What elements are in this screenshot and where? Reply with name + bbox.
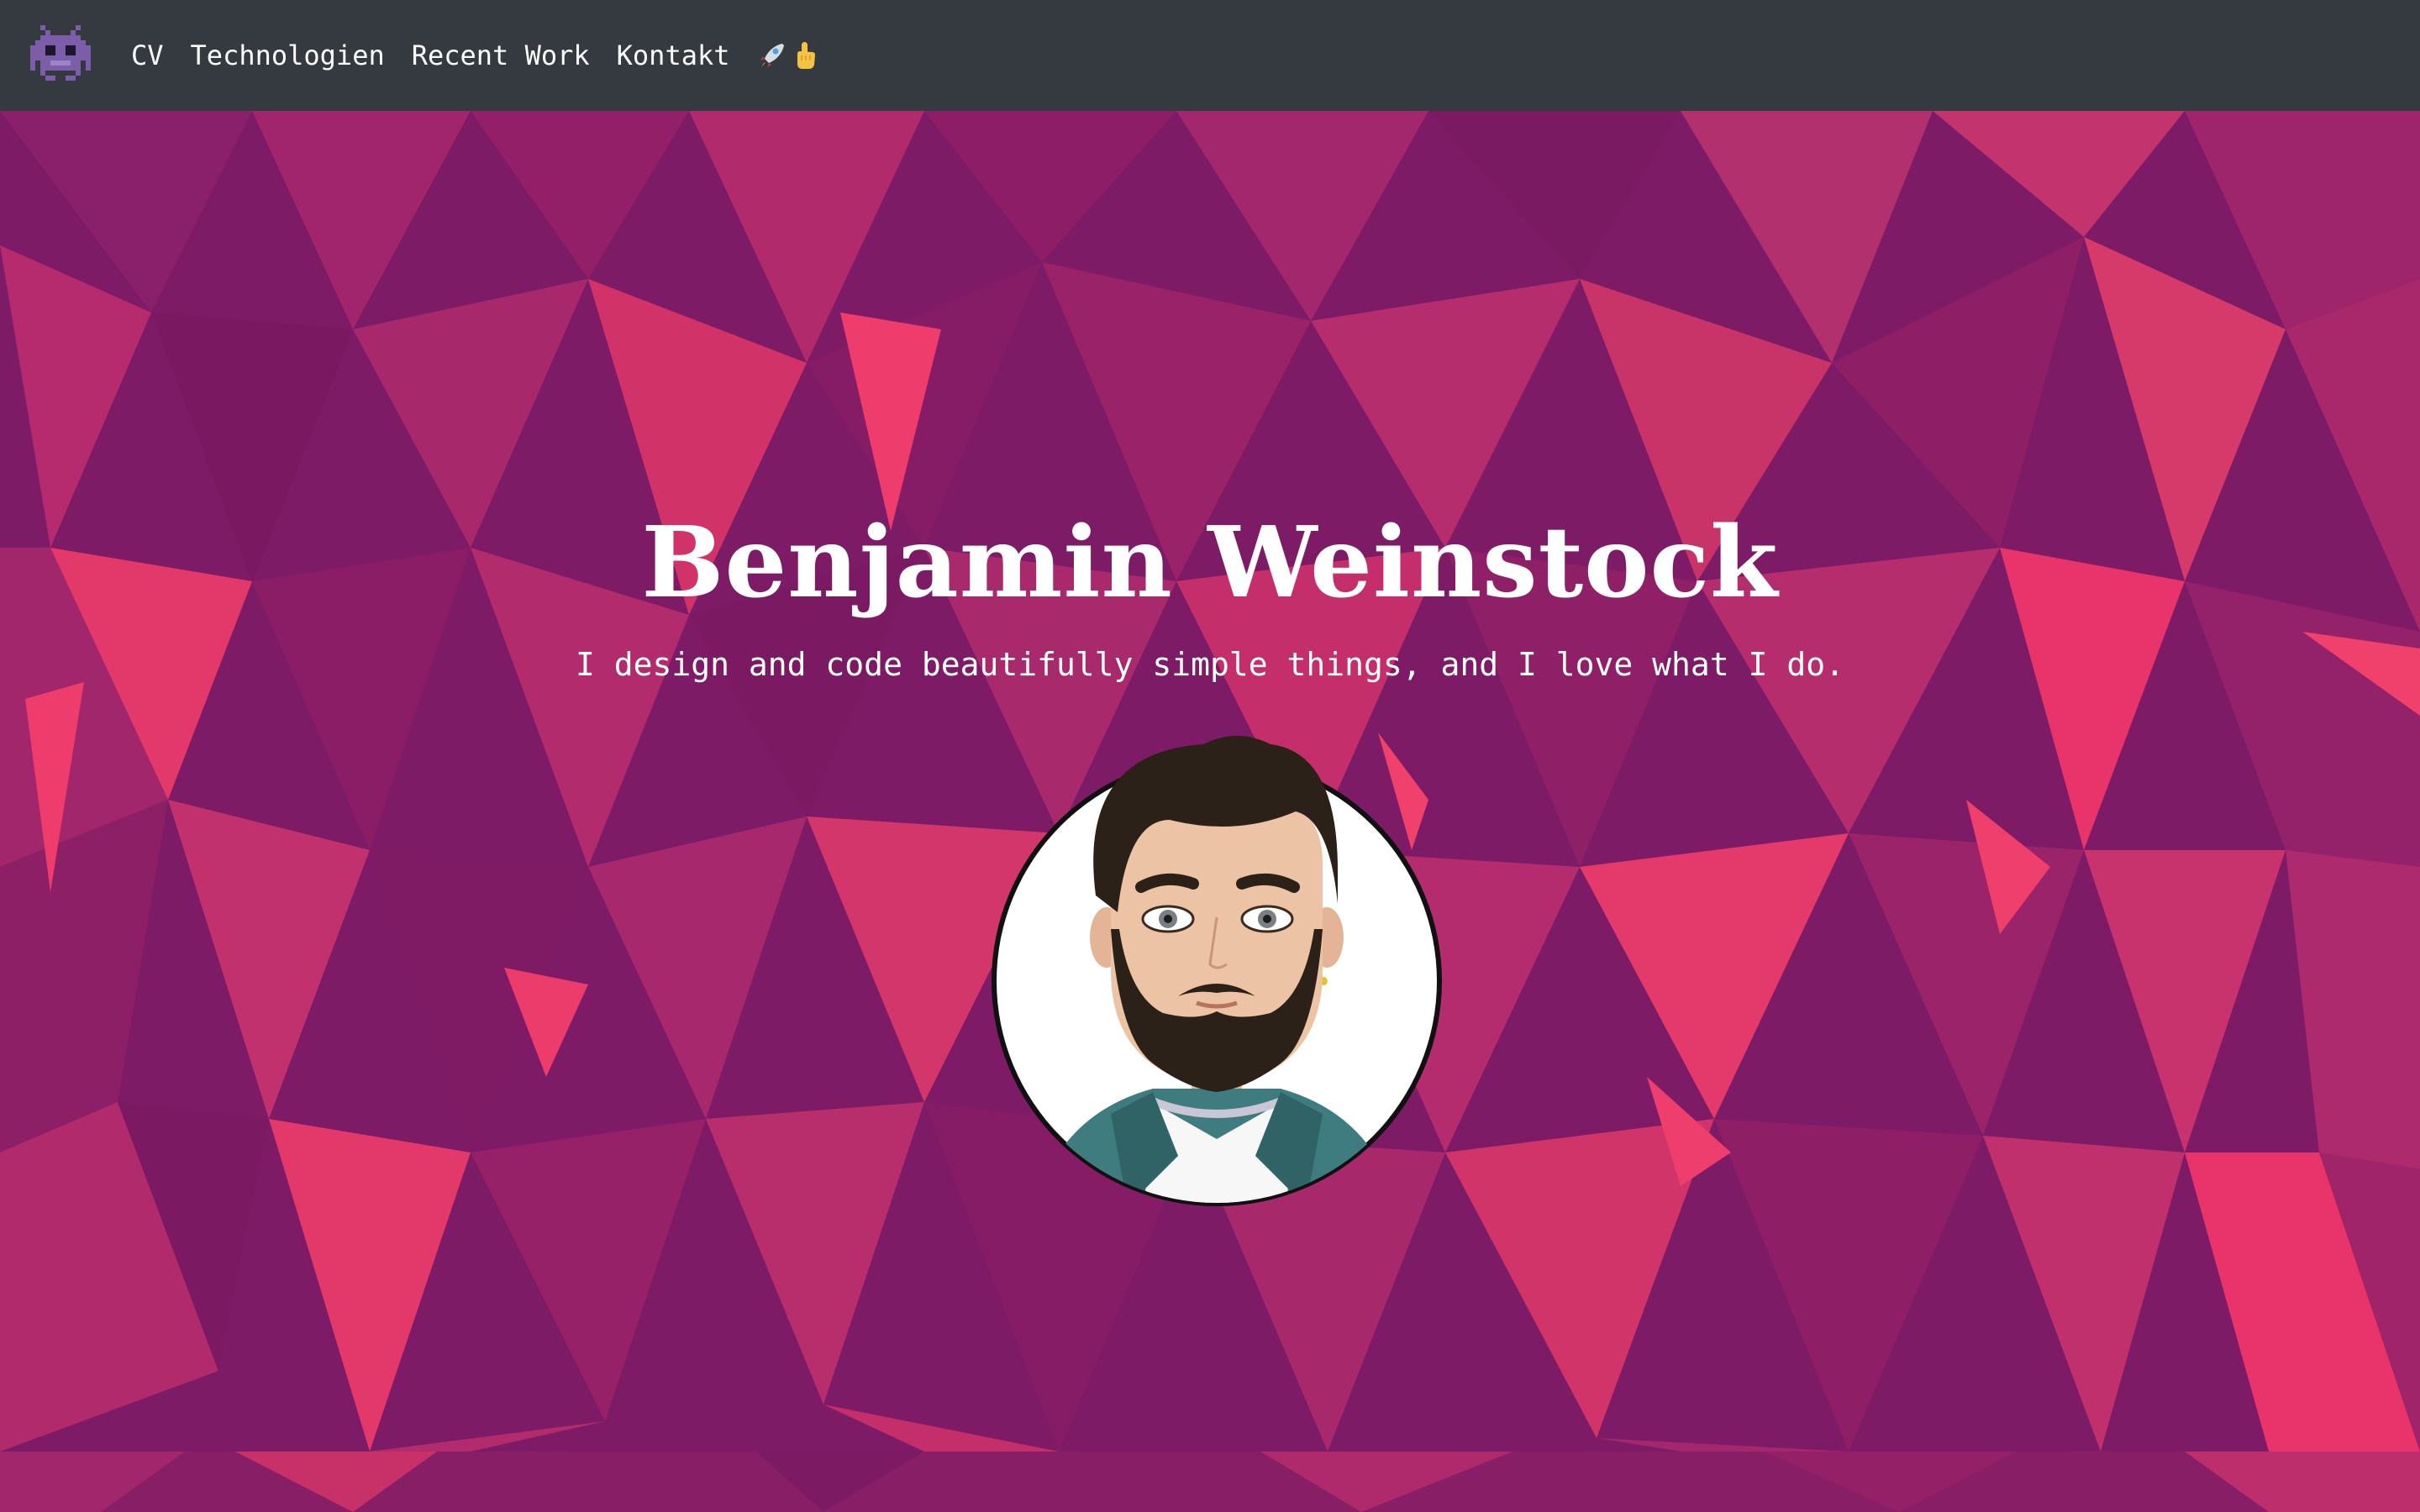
alien-monster-icon[interactable] (30, 25, 91, 86)
pointing-finger-icon (797, 42, 815, 69)
top-navbar: CV Technologien Recent Work Kontakt (0, 0, 2420, 111)
nav-item-technologien[interactable]: Technologien (191, 39, 385, 71)
hero-bottom-strip (0, 1452, 2420, 1512)
nav-item-kontakt[interactable]: Kontakt (617, 39, 730, 71)
avatar (985, 719, 1442, 1206)
nav-item-recent-work[interactable]: Recent Work (412, 39, 590, 71)
rocket-icon (760, 44, 784, 67)
hero-subtitle: I design and code beautifully simple thi… (576, 646, 1844, 683)
nav-item-cv[interactable]: CV (131, 39, 164, 71)
nav-emoji-group (757, 40, 818, 71)
hero-section: Benjamin Weinstock I design and code bea… (0, 111, 2420, 1452)
hero-title: Benjamin Weinstock (641, 506, 1779, 620)
